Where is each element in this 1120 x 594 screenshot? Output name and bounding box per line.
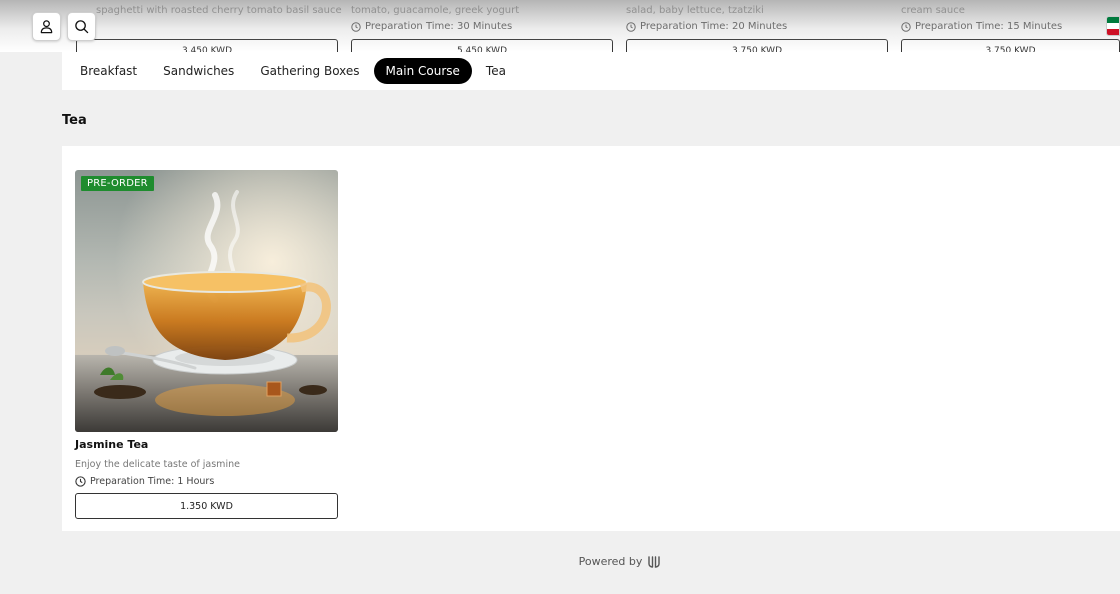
prev-item-description: tomato, guacamole, greek yogurt [351,5,520,16]
search-button[interactable] [67,12,96,41]
prev-item-prep-text: Preparation Time: 30 Minutes [365,21,513,32]
tab-tea[interactable]: Tea [474,58,518,84]
language-flag-icon[interactable] [1106,16,1120,36]
product-description: Enjoy the delicate taste of jasmine [75,459,240,470]
prev-item-price-button[interactable]: 3.450 KWD [76,39,338,52]
clock-icon [351,21,361,32]
prev-item-price-button[interactable]: 3.750 KWD [901,39,1120,52]
section-title: Tea [62,113,87,128]
section-panel: PRE-ORDER Jasmine Tea Enjoy the delicate… [62,146,1120,531]
prev-item-3[interactable]: salad, baby lettuce, tzatziki Preparatio… [626,0,890,52]
tab-main-course[interactable]: Main Course [373,58,472,84]
prev-item-2[interactable]: tomato, guacamole, greek yogurt Preparat… [351,0,615,52]
account-button[interactable] [32,12,61,41]
tab-gathering-boxes[interactable]: Gathering Boxes [248,58,371,84]
clock-icon [75,476,86,487]
footer: Powered by [0,555,1120,568]
product-image[interactable]: PRE-ORDER [75,170,338,432]
prev-item-prep: Preparation Time: 15 Minutes [901,21,1062,32]
previous-section-strip: spaghetti with roasted cherry tomato bas… [0,0,1120,52]
tab-sandwiches[interactable]: Sandwiches [151,58,246,84]
prev-item-description: spaghetti with roasted cherry tomato bas… [96,5,342,16]
clock-icon [901,21,911,32]
powered-by-text: Powered by [578,555,643,568]
product-prep-time: Preparation Time: 1 Hours [75,476,338,487]
brand-logo-icon[interactable] [647,555,661,568]
search-icon [75,20,89,34]
prev-item-1[interactable]: spaghetti with roasted cherry tomato bas… [76,0,342,52]
prev-item-description: cream sauce [901,5,965,16]
prev-item-prep: Preparation Time: 20 Minutes [626,21,787,32]
product-price-button[interactable]: 1.350 KWD [75,493,338,519]
prev-item-price-button[interactable]: 3.750 KWD [626,39,888,52]
prev-item-prep: Preparation Time: 30 Minutes [351,21,512,32]
prev-item-prep-text: Preparation Time: 20 Minutes [640,21,788,32]
user-icon [40,20,53,34]
prev-item-price-button[interactable]: 5.450 KWD [351,39,613,52]
prev-item-4[interactable]: cream sauce Preparation Time: 15 Minutes… [901,0,1120,52]
product-card[interactable]: PRE-ORDER Jasmine Tea Enjoy the delicate… [75,170,338,519]
product-prep-time-text: Preparation Time: 1 Hours [90,476,215,487]
prev-item-prep-text: Preparation Time: 15 Minutes [915,21,1063,32]
tea-cup-illustration [75,170,338,432]
product-name[interactable]: Jasmine Tea [75,438,338,451]
pre-order-badge: PRE-ORDER [81,176,154,191]
clock-icon [626,21,636,32]
category-tabs: Breakfast Sandwiches Gathering Boxes Mai… [62,52,1120,90]
tab-breakfast[interactable]: Breakfast [68,58,149,84]
prev-item-description: salad, baby lettuce, tzatziki [626,5,764,16]
